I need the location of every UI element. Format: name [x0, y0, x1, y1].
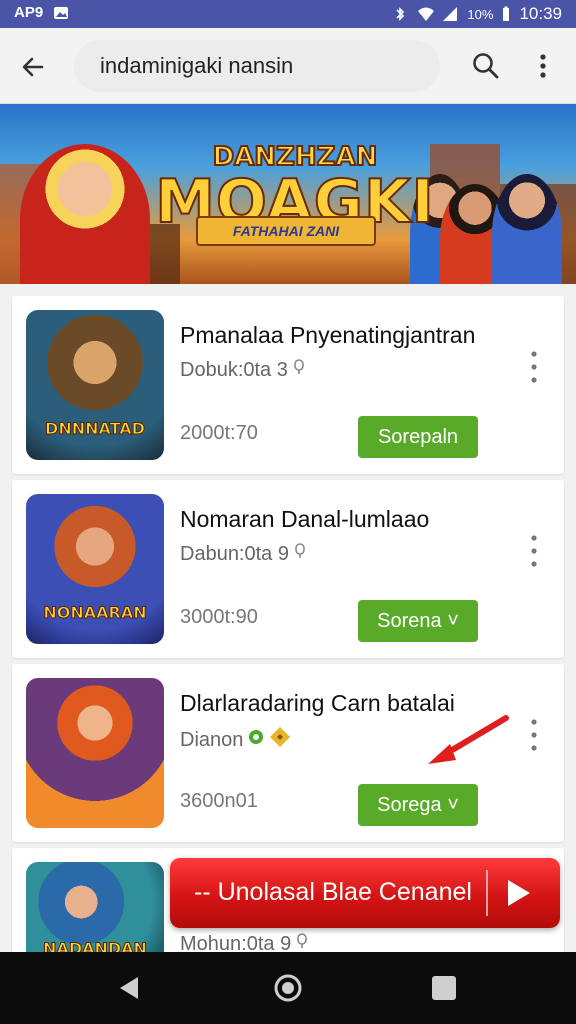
image-notification-icon: [53, 5, 69, 21]
install-button-label: Sorena: [377, 610, 442, 632]
chevron-down-icon: ˅: [447, 610, 459, 632]
green-badge-icon: [247, 728, 265, 752]
red-arrow-icon: [420, 710, 520, 770]
hero-character-left: [20, 144, 150, 284]
item-more-icon[interactable]: [526, 532, 542, 570]
nav-home-icon[interactable]: [272, 972, 304, 1004]
app-title: Nomaran Danal-lumlaao: [180, 506, 430, 532]
open-channel-button[interactable]: -- Unolasal Blae Cenanel: [170, 858, 560, 928]
system-nav-bar: [0, 952, 576, 1024]
app-price: 3600n01: [180, 790, 258, 812]
battery-icon: [502, 6, 510, 22]
install-button[interactable]: Sorena ˅: [358, 600, 478, 642]
download-icon: [293, 542, 307, 566]
banner-ribbon: FATHAHAI ZANI: [196, 216, 376, 246]
app-meta: Dobuk:0ta 3: [180, 358, 306, 382]
bluetooth-icon: [392, 6, 408, 22]
thumbnail-caption: NONAARAN: [43, 603, 147, 623]
app-thumbnail[interactable]: NONAARAN: [26, 494, 164, 644]
wifi-icon: [417, 6, 435, 22]
app-title: Pmanalaa Pnyenatingjantran: [180, 322, 476, 348]
app-thumbnail[interactable]: NADANDAN: [26, 862, 164, 962]
promo-banner[interactable]: DANZHZAN MOAGKI FATHAHAI ZANI: [0, 104, 576, 284]
app-thumbnail[interactable]: DNNNATAD: [26, 310, 164, 460]
app-meta-text: Dianon: [180, 728, 244, 751]
search-app-bar: [0, 28, 576, 104]
cta-label: -- Unolasal Blae Cenanel: [194, 878, 472, 906]
list-item[interactable]: DNNNATAD Pmanalaa Pnyenatingjantran Dobu…: [12, 296, 564, 474]
app-meta: Dabun:0ta 9: [180, 542, 307, 566]
status-bar: AP9 10% 10:39: [0, 0, 576, 28]
gold-badge-icon: [269, 726, 291, 754]
item-more-icon[interactable]: [526, 716, 542, 754]
search-box[interactable]: [74, 40, 440, 92]
cta-divider: [486, 870, 488, 916]
nav-back-icon[interactable]: [114, 972, 146, 1004]
app-meta: Dianon: [180, 726, 291, 754]
clock: 10:39: [519, 4, 562, 23]
signal-icon: [442, 6, 458, 22]
app-title: Dlarlaradaring Carn batalai: [180, 690, 455, 716]
more-vert-icon[interactable]: [528, 50, 558, 82]
nav-recents-icon[interactable]: [428, 972, 460, 1004]
search-input[interactable]: [74, 40, 440, 92]
back-arrow-icon[interactable]: [16, 50, 50, 84]
list-item[interactable]: NONAARAN Nomaran Danal-lumlaao Dabun:0ta…: [12, 480, 564, 658]
carrier-text: AP9: [14, 4, 44, 21]
app-price: 2000t:70: [180, 422, 258, 444]
play-icon: [500, 875, 536, 911]
hero-character-right-3: [492, 174, 562, 284]
thumbnail-caption: DNNNATAD: [45, 419, 146, 439]
app-meta-text: Dobuk:0ta 3: [180, 358, 288, 381]
install-button[interactable]: Sorepaln: [358, 416, 478, 458]
app-thumbnail[interactable]: [26, 678, 164, 828]
search-icon[interactable]: [470, 50, 502, 82]
screen: AP9 10% 10:39 indaminigaki nansin DANZHZ…: [0, 0, 576, 1024]
app-price: 3000t:90: [180, 606, 258, 628]
install-button-label: Sorega: [377, 794, 442, 816]
app-meta-text: Dabun:0ta 9: [180, 542, 289, 565]
item-more-icon[interactable]: [526, 348, 542, 386]
battery-percent: 10%: [467, 6, 494, 22]
download-icon: [292, 358, 306, 382]
install-button[interactable]: Sorega ˅: [358, 784, 478, 826]
chevron-down-icon: ˅: [447, 794, 459, 816]
